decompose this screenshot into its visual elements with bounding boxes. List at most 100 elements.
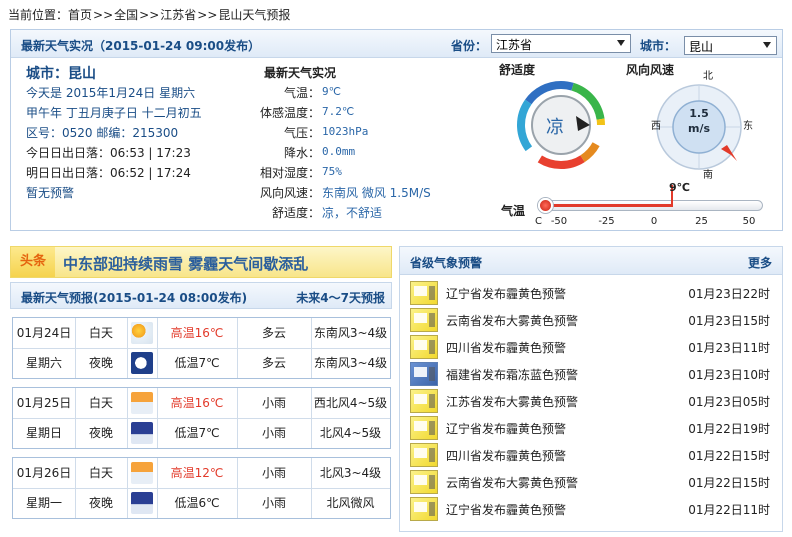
warning-icon [410, 470, 438, 494]
forecast-date: 01月26日 [16, 466, 72, 480]
obs-label: 风向风速： [259, 186, 320, 200]
no-warning-link[interactable]: 暂无预警 [26, 184, 74, 201]
breadcrumb-country[interactable]: 全国 [114, 8, 138, 22]
province-label: 省份： [451, 39, 488, 53]
wind-title: 风向风速 [626, 63, 675, 77]
forecast-period: 夜晚 [88, 426, 113, 440]
forecast-day: 01月26日 白天 高温12℃ 小雨 北风3~4级 星期一 夜晚 低温6℃ 小雨 北风微风 [12, 457, 391, 519]
province-select[interactable]: 江苏省 [491, 34, 631, 53]
warning-text[interactable]: 辽宁省发布霾黄色预警 [446, 285, 566, 302]
realtime-header: 最新天气实况（2015-01-24 09:00发布） 省份： 江苏省 城市： 昆… [11, 30, 782, 58]
warnings-more-link[interactable]: 更多 [748, 254, 772, 271]
forecast-day: 01月25日 白天 高温16℃ 小雨 西北风4~5级 星期日 夜晚 低温7℃ 小雨 北风4~5级 [12, 387, 391, 449]
forecast-title: 最新天气预报(2015-01-24 08:00发布) [21, 291, 248, 305]
forecast-day: 01月24日 白天 高温16℃ 多云 东南风3~4级 星期六 夜晚 低温7℃ 多云 东南风3~4级 [12, 317, 391, 379]
breadcrumb-home[interactable]: 首页 [68, 8, 92, 22]
forecast-wind: 西北风4~5级 [313, 396, 388, 410]
chevron-down-icon [763, 42, 771, 48]
sun-today: 今日日出日落：06:53 | 17:23 [26, 146, 191, 160]
obs-label: 体感温度： [259, 106, 320, 120]
breadcrumb: 当前位置：首页>>全国>>江苏省>>昆山天气预报 [8, 6, 290, 23]
warning-time: 01月23日05时 [688, 395, 770, 409]
warning-item[interactable]: 辽宁省发布霾黄色预警 01月22日11时 [410, 496, 770, 523]
warning-item[interactable]: 福建省发布霜冻蓝色预警 01月23日10时 [410, 361, 770, 388]
forecast-wind: 东南风3~4级 [313, 326, 388, 340]
warning-item[interactable]: 云南省发布大雾黄色预警 01月23日15时 [410, 307, 770, 334]
date-line: 今天是 2015年1月24日 星期六 [26, 86, 196, 100]
warning-item[interactable]: 江苏省发布大雾黄色预警 01月23日05时 [410, 388, 770, 415]
forecast-row: 星期六 夜晚 低温7℃ 多云 东南风3~4级 [13, 348, 390, 378]
headline-text[interactable]: 中东部迎持续雨雪 雾霾天气间歇添乱 [63, 253, 308, 274]
temp-tick-label: 50 [742, 216, 756, 227]
breadcrumb-province[interactable]: 江苏省 [160, 8, 196, 22]
wind-speed: 1.5 [689, 107, 709, 120]
forecast-row: 01月24日 白天 高温16℃ 多云 东南风3~4级 [13, 318, 390, 348]
warning-text[interactable]: 云南省发布大雾黄色预警 [446, 312, 578, 329]
forecast-more-link[interactable]: 未来4～7天预报 [296, 289, 385, 306]
warning-time: 01月23日15时 [688, 314, 770, 328]
warning-item[interactable]: 云南省发布大雾黄色预警 01月22日15时 [410, 469, 770, 496]
city-select[interactable]: 昆山 [684, 36, 777, 55]
obs-label: 相对湿度： [259, 166, 320, 180]
warning-item[interactable]: 辽宁省发布霾黄色预警 01月23日22时 [410, 280, 770, 307]
forecast-weather: 多云 [261, 356, 286, 370]
forecast-wind: 东南风3~4级 [313, 356, 388, 370]
forecast-period: 白天 [88, 396, 113, 410]
temp-tick-label: 0 [650, 216, 658, 227]
temp-tick-label: -25 [598, 216, 615, 227]
warning-icon [410, 308, 438, 332]
forecast-weather: 多云 [261, 326, 286, 340]
breadcrumb-sep: >> [93, 8, 114, 22]
forecast-high-temp: 高温16℃ [170, 396, 224, 410]
forecast-weekday: 星期一 [25, 496, 62, 510]
warning-item[interactable]: 四川省发布霾黄色预警 01月23日11时 [410, 334, 770, 361]
warning-time: 01月23日11时 [688, 341, 770, 355]
warning-time: 01月22日11时 [688, 503, 770, 517]
city-value: 昆山 [689, 40, 714, 54]
warning-text[interactable]: 福建省发布霜冻蓝色预警 [446, 366, 578, 383]
warning-time: 01月22日19时 [688, 422, 770, 436]
forecast-row: 星期一 夜晚 低温6℃ 小雨 北风微风 [13, 488, 390, 518]
temp-unit: C [535, 216, 542, 227]
comfort-value: 凉 [546, 117, 564, 138]
warning-icon [410, 281, 438, 305]
obs-value: 东南风 微风 1.5M/S [322, 186, 431, 200]
warning-icon [410, 335, 438, 359]
obs-value: 7.2℃ [322, 105, 355, 118]
temp-tick-label: 25 [695, 216, 708, 227]
headline-banner[interactable]: 头条 中东部迎持续雨雪 雾霾天气间歇添乱 [10, 246, 392, 278]
warning-item[interactable]: 辽宁省发布霾黄色预警 01月22日19时 [410, 415, 770, 442]
warning-item[interactable]: 四川省发布霾黄色预警 01月22日15时 [410, 442, 770, 469]
forecast-period: 夜晚 [88, 496, 113, 510]
forecast-period: 夜晚 [88, 356, 113, 370]
temp-ticks: C -50 -25 0 25 50 [11, 216, 782, 230]
forecast-low-temp: 低温7℃ [174, 426, 220, 440]
warning-text[interactable]: 辽宁省发布霾黄色预警 [446, 501, 566, 518]
forecast-period: 白天 [88, 466, 113, 480]
sun-tomorrow: 明日日出日落：06:52 | 17:24 [26, 166, 191, 180]
warning-text[interactable]: 四川省发布霾黄色预警 [446, 447, 566, 464]
city-label: 城市： [640, 39, 677, 53]
warning-text[interactable]: 江苏省发布大雾黄色预警 [446, 393, 578, 410]
obs-label: 气压： [283, 126, 320, 140]
rain-day-icon [131, 462, 153, 484]
obs-value: 1023hPa [322, 125, 369, 138]
rain-night-icon [131, 492, 153, 514]
warning-text[interactable]: 云南省发布大雾黄色预警 [446, 474, 578, 491]
comfort-title: 舒适度 [499, 63, 536, 77]
warning-icon [410, 443, 438, 467]
realtime-panel: 最新天气实况（2015-01-24 09:00发布） 省份： 江苏省 城市： 昆… [10, 29, 783, 231]
forecast-period: 白天 [88, 326, 113, 340]
thermometer-bulb-icon [538, 198, 553, 213]
warning-icon [410, 416, 438, 440]
warning-text[interactable]: 四川省发布霾黄色预警 [446, 339, 566, 356]
forecast-weather: 小雨 [261, 396, 286, 410]
sun-cloud-icon [131, 322, 153, 344]
compass-west: 西 [651, 121, 661, 132]
warning-text[interactable]: 辽宁省发布霾黄色预警 [446, 420, 566, 437]
obs-list: 气温： 9℃ 体感温度： 7.2℃ 气压： 1023hPa 降水： 0.0mm 相对湿度： 75%… [240, 84, 470, 224]
province-value: 江苏省 [496, 38, 533, 52]
obs-label: 气温： [283, 86, 320, 100]
forecast-row: 01月25日 白天 高温16℃ 小雨 西北风4~5级 [13, 388, 390, 418]
chevron-down-icon [617, 40, 625, 46]
